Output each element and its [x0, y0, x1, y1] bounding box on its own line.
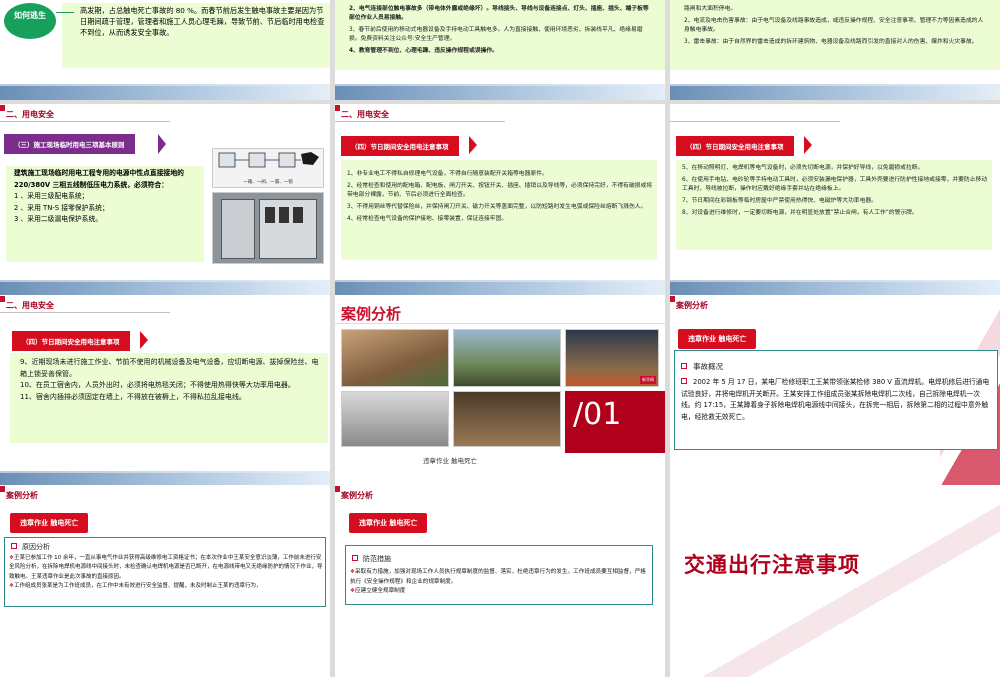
- slide-traffic-title[interactable]: 交通出行注意事项: [670, 485, 1000, 677]
- section-title: 二、用电安全: [341, 110, 389, 119]
- footer-bar: [335, 282, 665, 296]
- prevention-item: ❖应建立健全规章制度: [350, 588, 406, 594]
- room-photo: [453, 391, 561, 447]
- case-pill: 违章作业 触电死亡: [349, 513, 428, 533]
- section-title: 案例分析: [6, 491, 38, 500]
- pill-arrow: [140, 331, 148, 349]
- rule-item: 3、不得用铜丝等代替保险丝，并保持闸刀开关、磁力开关等盖面完整，以防短路时发生电…: [347, 204, 647, 210]
- section-title: 二、用电安全: [6, 301, 54, 310]
- escape-badge: 如何逃生: [4, 3, 56, 39]
- rule-item: 8、对设备进行维修时，一定要切断电源，并在明显处放置“禁止合闸，有人工作”的警示…: [682, 210, 918, 216]
- slide-case-photos[interactable]: 案例分析 新华网 /01 违章作业 触电死亡: [335, 295, 665, 487]
- prevention-heading: 防范措施: [352, 554, 391, 564]
- rule-item: 11、宿舍内插排必须固定在墙上，不得放在被褥上，不得私拉乱接电线。: [20, 392, 246, 401]
- case-box: 防范措施 ❖采取有力措施，加强对现场工作人员执行规章制度的监督、落实，杜绝违章行…: [345, 545, 653, 605]
- principle-pill: （三）施工现场临时用电三项基本原则: [4, 134, 135, 154]
- footer-bar: [670, 282, 1000, 296]
- slide-accident-types[interactable]: 2、电气连接部位触电事故多（带电体外露或绝缘坏）。导线接头、导线与设备连接点、灯…: [335, 0, 665, 100]
- pill-arrow: [804, 136, 812, 154]
- overview-body: 2002 年 5 月 17 日，某电厂检修班职工王某带领张某检修 380 V 直…: [681, 378, 990, 421]
- cause-item: ❖工作组成员张某是为工作班成员，在工作中未有效进行安全监督、提醒，未及时制止王某…: [9, 583, 262, 590]
- category-1-tail: 路闸和大面积停电。: [684, 6, 737, 12]
- category-2: 2、电流及电击伤害事故：由于电气设备及线路事故造成，或违反操作规程、安全注意事项…: [684, 18, 984, 33]
- slide-cause-analysis[interactable]: 案例分析 违章作业 触电死亡 原因分析 ❖王某已参加工作 10 余年，一直从事电…: [0, 485, 330, 677]
- cause-item: ❖王某已参加工作 10 余年，一直从事电气作业并获得高级维修电工资格证书；在本次…: [9, 555, 323, 580]
- section-divider: [0, 312, 170, 313]
- intro-text: 高发期，占总触电死亡事故的 80 %。而春节前后发生触电事故主要是因为节日期间疏…: [80, 6, 325, 38]
- principle-item: 3 、采用二级漏电保护系统。: [14, 215, 103, 224]
- photo-tag: 新华网: [640, 376, 656, 384]
- footer-bar: [335, 86, 665, 100]
- type-2: 2、电气连接部位触电事故多（带电体外露或绝缘坏）。导线接头、导线与设备连接点、灯…: [349, 6, 649, 21]
- rule-item: 2、经常检查和使用的配电箱、配电板、闸刀开关、按钮开关、插座、插销以及导线等，必…: [347, 183, 653, 198]
- case-box: 事故概况 2002 年 5 月 17 日，某电厂检修班职工王某带领张某检修 38…: [674, 350, 998, 450]
- rule-item: 4、经常检查电气设备的保护接地、接零装置，保证连接牢固。: [347, 216, 508, 222]
- diagram-caption: 一箱、一闸、一漏、一锁: [243, 180, 293, 185]
- holiday-pill: （四）节日期间安全用电注意事项: [676, 136, 794, 156]
- rule-item: 10、在员工宿舍内，人员外出时，必须将电热毯关闭；不得使用热得快等大功率用电器。: [20, 381, 295, 390]
- slide-three-principles[interactable]: 二、用电安全 （三）施工现场临时用电三项基本原则 建筑施工现场临时用电工程专用的…: [0, 104, 330, 296]
- photo-caption: 违章作业 触电死亡: [423, 457, 478, 465]
- rule-item: 1、非专业电工不得私自修理电气设备，不得自行随意装配开关箱等电器原件。: [347, 171, 548, 177]
- rule-item: 5、在移动照明灯、电焊机等电气设备时，必须先切断电源，并保护好导线，以免磨损或拉…: [682, 165, 924, 171]
- connector-line: [56, 12, 74, 13]
- pill-arrow: [469, 136, 477, 154]
- footer-bar: [670, 86, 1000, 100]
- section-marker: [0, 296, 5, 302]
- pill-arrow: [158, 134, 166, 154]
- truck-photo: [341, 329, 449, 387]
- holiday-pill: （四）节日期间安全用电注意事项: [12, 331, 130, 351]
- section-divider: [0, 121, 170, 122]
- section-marker: [0, 105, 5, 111]
- type-3: 3、春节前后使用的移动式电器设备及手持电动工具触电多。人为直接接触、使用环境恶劣…: [349, 27, 643, 42]
- case-title: 案例分析: [341, 305, 402, 323]
- section-divider: [670, 121, 840, 122]
- distribution-box-photo: [212, 192, 324, 264]
- case-pill: 违章作业 触电死亡: [10, 513, 89, 533]
- slide-case-overview[interactable]: 案例分析 违章作业 触电死亡 事故概况 2002 年 5 月 17 日，某电厂检…: [670, 295, 1000, 487]
- slide-accident-categories[interactable]: 路闸和大面积停电。 2、电流及电击伤害事故：由于电气设备及线路事故造成，或违反操…: [670, 0, 1000, 100]
- number-block: /01: [565, 391, 665, 453]
- section-title: 二、用电安全: [6, 110, 54, 119]
- slide-holiday-safety-3[interactable]: 二、用电安全 （四）节日期间安全用电注意事项 9、近期现场未进行施工作业、节前不…: [0, 295, 330, 487]
- footer-bar: [0, 86, 330, 100]
- section-marker: [670, 296, 675, 302]
- principle-item: 1 、采用三级配电系统；: [14, 192, 89, 201]
- overview-heading: 事故概况: [681, 361, 723, 372]
- title-divider: [335, 323, 665, 324]
- slide-holiday-safety-2[interactable]: （四）节日期间安全用电注意事项 5、在移动照明灯、电焊机等电气设备时，必须先切断…: [670, 104, 1000, 296]
- prevention-item: ❖采取有力措施，加强对现场工作人员执行规章制度的监督、落实，杜绝违章行为的发生。…: [350, 569, 646, 585]
- rule-item: 7、节日期间在彩钢板等临时房屋中严禁使用热得快、电磁炉等大功率电器。: [682, 198, 877, 204]
- box-diagram-image: 一箱、一闸、一漏、一锁: [212, 148, 324, 188]
- section-marker: [335, 105, 340, 111]
- tower-photo: [341, 391, 449, 447]
- traffic-title: 交通出行注意事项: [684, 553, 860, 577]
- holiday-pill: （四）节日期间安全用电注意事项: [341, 136, 459, 156]
- cause-heading: 原因分析: [11, 542, 50, 552]
- title-background: [670, 485, 1000, 677]
- category-3: 3、雷击事故：由于自然界的雷击造成的拆环建筑物、电器设备及线路而引发的直接对人的…: [684, 39, 978, 45]
- slide-holiday-safety-1[interactable]: 二、用电安全 （四）节日期间安全用电注意事项 1、非专业电工不得私自修理电气设备…: [335, 104, 665, 296]
- section-title: 案例分析: [341, 491, 373, 500]
- section-marker: [335, 486, 340, 492]
- case-box: 原因分析 ❖王某已参加工作 10 余年，一直从事电气作业并获得高级维修电工资格证…: [4, 537, 326, 607]
- principle-body: 建筑施工现场临时用电工程专用的电源中性点直接接地的 220/380V 三相五线制…: [14, 169, 184, 189]
- principle-item: 2 、采用 TN-S 接零保护系统；: [14, 203, 109, 212]
- section-title: 案例分析: [676, 301, 708, 310]
- site-photo: [453, 329, 561, 387]
- footer-bar: [0, 282, 330, 296]
- rule-item: 6、在使用手电钻、电砂轮等手持电动工具时，必须安装漏电保护器，工具外壳要进行防护…: [682, 177, 988, 192]
- section-divider: [335, 121, 505, 122]
- type-4: 4、教育管理不到位、心理毛躁、违反操作规程或误操作。: [349, 48, 498, 54]
- pole-photo: 新华网: [565, 329, 659, 387]
- slide-escape-intro[interactable]: 如何逃生 高发期，占总触电死亡事故的 80 %。而春节前后发生触电事故主要是因为…: [0, 0, 330, 100]
- section-marker: [0, 486, 5, 492]
- slide-prevention[interactable]: 案例分析 违章作业 触电死亡 防范措施 ❖采取有力措施，加强对现场工作人员执行规…: [335, 485, 665, 677]
- case-number: /01: [573, 397, 622, 432]
- rule-item: 9、近期现场未进行施工作业、节前不使用的机械设备及电气设备，应切断电源、拔掉保险…: [20, 358, 319, 378]
- case-pill: 违章作业 触电死亡: [678, 329, 757, 349]
